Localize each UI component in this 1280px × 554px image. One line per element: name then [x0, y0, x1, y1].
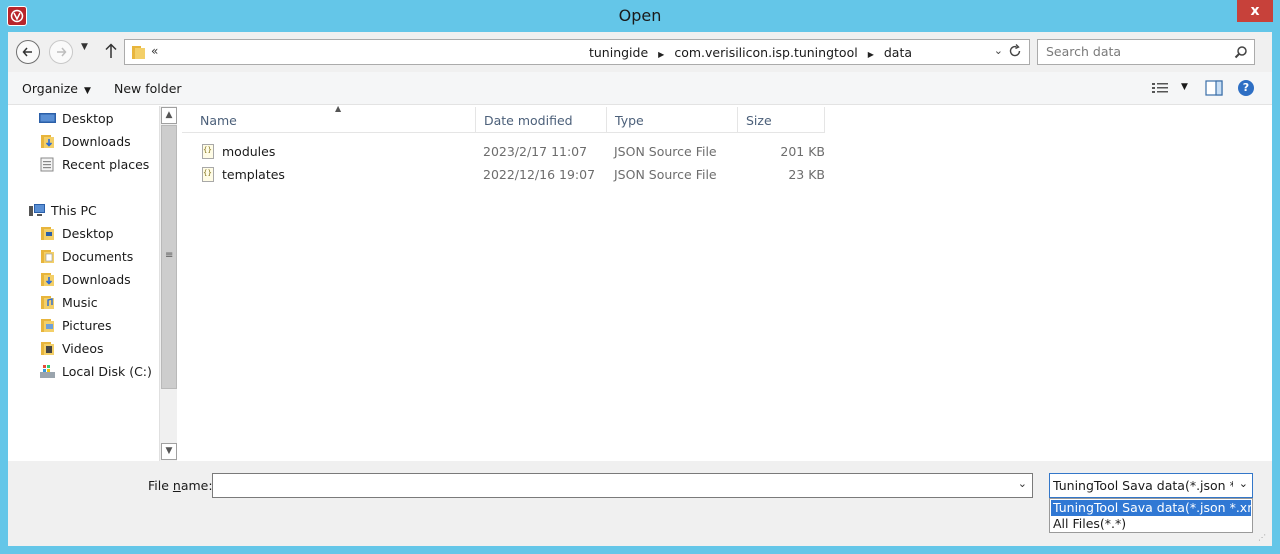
sidebar-item-label: Downloads [62, 134, 131, 149]
file-name: modules [222, 144, 276, 159]
column-header-name[interactable]: ▲ Name [182, 104, 476, 133]
json-file-icon [202, 144, 214, 159]
title-bar: Open x [0, 0, 1280, 32]
sidebar-item-label: Desktop [62, 226, 114, 241]
column-header-label: Name [200, 113, 237, 128]
recent-locations-dropdown-icon[interactable]: ▼ [81, 42, 88, 52]
column-header-type[interactable]: Type [607, 107, 738, 133]
dialog-body: ▼ « tuningide ▶ com.verisilicon.isp.tuning… [8, 32, 1272, 546]
new-folder-button[interactable]: New folder [114, 81, 182, 96]
caret-down-icon: ▼ [84, 86, 91, 96]
resize-grip-icon[interactable]: ⋰ [1258, 533, 1266, 542]
forward-button[interactable] [49, 40, 73, 64]
file-name-combobox[interactable]: ⌄ [212, 473, 1033, 498]
scroll-up-icon[interactable]: ▲ [161, 107, 177, 124]
file-type-selected: TuningTool Sava data(*.json *.xml) [1053, 478, 1233, 493]
navigation-scrollbar[interactable]: ▲ ≡ ▼ [159, 106, 177, 461]
sidebar-item-label: Music [62, 295, 98, 310]
breadcrumb: tuningide ▶ com.verisilicon.isp.tuningtool… [584, 45, 917, 60]
sidebar-item-label: Recent places [62, 157, 150, 172]
file-type: JSON Source File [614, 144, 717, 159]
chevron-right-icon[interactable]: ▶ [658, 50, 664, 59]
file-list: ▲ Name Date modified Type Size modules 2… [178, 104, 1272, 461]
sidebar-item-label: Desktop [62, 111, 114, 126]
sidebar-item-label: This PC [51, 203, 97, 218]
desktop-folder-icon [41, 227, 54, 240]
scroll-down-icon[interactable]: ▼ [161, 443, 177, 460]
videos-icon [41, 342, 54, 355]
file-type-select[interactable]: TuningTool Sava data(*.json *.xml) ⌄ [1049, 473, 1253, 498]
address-history-dropdown-icon[interactable]: ⌄ [994, 44, 1003, 57]
file-size: 23 KB [788, 167, 825, 182]
file-name-input[interactable] [217, 477, 1007, 492]
documents-icon [41, 250, 54, 263]
scroll-thumb[interactable]: ≡ [161, 125, 177, 389]
local-disk-icon [40, 365, 55, 378]
file-date: 2023/2/17 11:07 [483, 144, 588, 159]
organize-label: Organize [22, 81, 78, 96]
window-title: Open [618, 6, 662, 25]
view-options-dropdown-icon[interactable]: ▼ [1181, 82, 1188, 92]
column-header-label: Type [615, 113, 644, 128]
breadcrumb-item[interactable]: data [884, 45, 912, 60]
address-row: ▼ « tuningide ▶ com.verisilicon.isp.tuning… [8, 32, 1272, 72]
sidebar-item-label: Local Disk (C:) [62, 364, 152, 379]
preview-pane-icon[interactable] [1205, 80, 1223, 96]
back-button[interactable] [16, 40, 40, 64]
command-bar: Organize ▼ New folder ▼ ? [8, 72, 1272, 105]
file-name-bar: File name: ⌄ TuningTool Sava data(*.json… [8, 461, 1272, 546]
file-name-label: File name: [148, 478, 213, 493]
file-type-dropdown-list: TuningTool Sava data(*.json *.xml) All F… [1049, 498, 1253, 533]
column-header-label: Date modified [484, 113, 573, 128]
this-pc-icon [29, 204, 45, 216]
view-details-icon[interactable] [1151, 81, 1169, 95]
folder-icon [132, 46, 145, 59]
downloads-icon [41, 273, 54, 286]
column-header-label: Size [746, 113, 772, 128]
recent-places-icon [40, 157, 54, 172]
desktop-icon [39, 113, 56, 123]
file-name: templates [222, 167, 285, 182]
navigation-pane: Desktop Downloads Recent places This PC … [8, 105, 158, 461]
column-header-date-modified[interactable]: Date modified [476, 107, 607, 133]
breadcrumb-item[interactable]: com.verisilicon.isp.tuningtool [674, 45, 857, 60]
file-size: 201 KB [780, 144, 825, 159]
search-box[interactable] [1037, 39, 1255, 65]
address-overflow-chevron[interactable]: « [151, 44, 158, 58]
sidebar-item-label: Videos [62, 341, 104, 356]
sidebar-item-label: Pictures [62, 318, 112, 333]
address-bar[interactable]: « tuningide ▶ com.verisilicon.isp.tuningto… [124, 39, 1030, 65]
file-row[interactable]: modules 2023/2/17 11:07 JSON Source File… [178, 141, 858, 163]
sidebar-item-label: Documents [62, 249, 134, 264]
sidebar-item-label: Downloads [62, 272, 131, 287]
breadcrumb-item[interactable]: tuningide [589, 45, 648, 60]
file-date: 2022/12/16 19:07 [483, 167, 596, 182]
up-button[interactable] [102, 40, 120, 62]
chevron-right-icon[interactable]: ▶ [868, 50, 874, 59]
chevron-down-icon[interactable]: ⌄ [1239, 477, 1248, 490]
search-input[interactable] [1046, 44, 1226, 59]
column-header-size[interactable]: Size [738, 107, 825, 133]
sort-ascending-icon: ▲ [335, 104, 342, 113]
grip-icon: ≡ [165, 250, 174, 261]
refresh-icon[interactable] [1007, 43, 1023, 59]
pictures-icon [41, 319, 54, 332]
file-name-dropdown-icon[interactable]: ⌄ [1018, 477, 1027, 490]
json-file-icon [202, 167, 214, 182]
file-row[interactable]: templates 2022/12/16 19:07 JSON Source F… [178, 164, 858, 186]
music-icon [41, 296, 54, 309]
close-button[interactable]: x [1237, 0, 1273, 22]
file-type-option[interactable]: TuningTool Sava data(*.json *.xml) [1051, 500, 1251, 516]
help-icon[interactable]: ? [1238, 80, 1254, 96]
file-type: JSON Source File [614, 167, 717, 182]
search-icon[interactable] [1234, 45, 1248, 59]
downloads-icon [41, 135, 54, 148]
organize-button[interactable]: Organize ▼ [22, 81, 91, 96]
file-type-option[interactable]: All Files(*.*) [1051, 516, 1251, 532]
